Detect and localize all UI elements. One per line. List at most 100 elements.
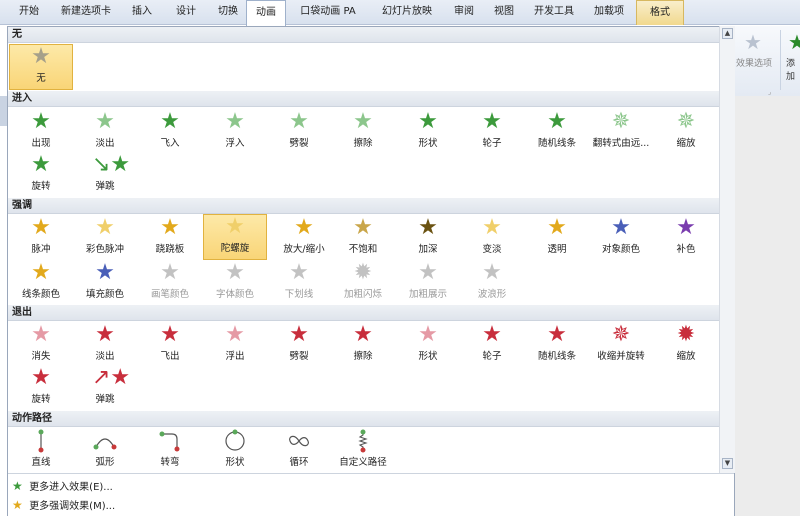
lines-path-icon (38, 429, 44, 453)
fly-out-star-icon: ★ (160, 322, 180, 347)
tab-slideshow[interactable]: 幻灯片放映 (372, 0, 442, 25)
fill-color-star-icon: ★ (95, 260, 115, 285)
none-star-icon: ★ (31, 44, 51, 69)
tab-insert[interactable]: 插入 (122, 0, 162, 25)
anim-emphasis-desaturate[interactable]: ★ 不饱和 (331, 216, 395, 266)
bold-reveal-star-icon: ★ (418, 260, 438, 285)
tab-pocket-animation[interactable]: 口袋动画 PA (292, 0, 364, 25)
anim-emphasis-lighten[interactable]: ★ 变淡 (460, 216, 524, 266)
exit-wheel-star-icon: ★ (482, 322, 502, 347)
anim-exit-random-bars[interactable]: ★ 随机线条 (525, 323, 589, 373)
anim-emphasis-spin[interactable]: ★ 陀螺旋 (203, 214, 267, 260)
effect-options-button[interactable]: 效果选项 (736, 56, 772, 69)
anim-none[interactable]: ★ 无 (9, 44, 73, 90)
section-entrance-header: 进入 (8, 91, 719, 107)
disappear-star-icon: ★ (31, 322, 51, 347)
anim-emphasis-grow-shrink[interactable]: ★ 放大/缩小 (272, 216, 336, 266)
anim-emphasis-fill-color[interactable]: ★ 填充颜色 (73, 261, 137, 311)
anim-entrance-random-bars[interactable]: ★ 随机线条 (525, 110, 589, 160)
anim-emphasis-color-pulse[interactable]: ★ 彩色脉冲 (73, 216, 137, 266)
spin-star-icon: ★ (225, 214, 245, 239)
appear-star-icon: ★ (31, 109, 51, 134)
pulse-star-icon: ★ (31, 215, 51, 240)
wheel-star-icon: ★ (482, 109, 502, 134)
emphasis-star-small-icon: ★ (12, 498, 23, 512)
anim-entrance-wipe[interactable]: ★ 擦除 (331, 110, 395, 160)
brush-color-star-icon: ★ (160, 260, 180, 285)
fly-in-star-icon: ★ (160, 109, 180, 134)
anim-emphasis-line-color[interactable]: ★ 线条颜色 (9, 261, 73, 311)
fade-star-icon: ★ (95, 109, 115, 134)
more-entrance-effects-button[interactable]: ★ 更多进入效果(E)... (12, 477, 113, 495)
anim-entrance-swivel[interactable]: ★ 旋转 (9, 153, 73, 203)
anim-exit-zoom[interactable]: ✹ 缩放 (654, 323, 718, 373)
tab-review[interactable]: 审阅 (446, 0, 482, 25)
anim-exit-fly-out[interactable]: ★ 飞出 (138, 323, 202, 373)
tab-transitions[interactable]: 切换 (208, 0, 248, 25)
effect-options-icon[interactable]: ★ (744, 30, 762, 54)
tab-developer[interactable]: 开发工具 (526, 0, 582, 25)
section-exit-header: 退出 (8, 305, 719, 321)
anim-path-arcs[interactable]: 弧形 (73, 429, 137, 471)
anim-entrance-grow-turn[interactable]: ✵ 翻转式由远... (589, 110, 653, 160)
anim-emphasis-wave: ★ 波浪形 (477, 260, 507, 301)
anim-entrance-split[interactable]: ★ 劈裂 (267, 110, 331, 160)
anim-exit-wipe[interactable]: ★ 擦除 (331, 323, 395, 373)
tab-design[interactable]: 设计 (166, 0, 206, 25)
section-emphasis-header: 强调 (8, 198, 719, 214)
exit-fade-star-icon: ★ (95, 322, 115, 347)
more-emphasis-effects-button[interactable]: ★ 更多强调效果(M)... (12, 496, 115, 514)
tab-new-tab[interactable]: 新建选项卡 (54, 0, 118, 25)
anim-path-lines[interactable]: 直线 (9, 429, 73, 471)
anim-path-custom[interactable]: 自定义路径 (331, 429, 395, 471)
anim-entrance-fly-in[interactable]: ★ 飞入 (138, 110, 202, 160)
anim-emphasis-brush-color: ★ 画笔颜色 (150, 260, 189, 301)
grow-turn-star-icon: ✵ (611, 109, 631, 134)
anim-entrance-wheel[interactable]: ★ 轮子 (460, 110, 524, 160)
anim-exit-shape[interactable]: ★ 形状 (396, 323, 460, 373)
anim-exit-split[interactable]: ★ 劈裂 (267, 323, 331, 373)
anim-exit-float-out[interactable]: ★ 浮出 (203, 323, 267, 373)
add-animation-button[interactable]: 添加 (786, 56, 800, 82)
dialog-launcher-icon[interactable]: ⌟ (768, 88, 771, 96)
anim-path-shapes[interactable]: 形状 (203, 429, 267, 471)
anim-path-loops[interactable]: 循环 (267, 429, 331, 471)
exit-shape-star-icon: ★ (418, 322, 438, 347)
anim-emphasis-pulse[interactable]: ★ 脉冲 (9, 216, 73, 266)
bold-flash-star-icon: ✹ (353, 260, 373, 285)
anim-entrance-shape[interactable]: ★ 形状 (396, 110, 460, 160)
float-in-star-icon: ★ (225, 109, 245, 134)
tab-addins[interactable]: 加载项 (586, 0, 632, 25)
anim-emphasis-teeter[interactable]: ★ 跷跷板 (138, 216, 202, 266)
random-bars-star-icon: ★ (547, 109, 567, 134)
anim-emphasis-bold-flash: ✹ 加粗闪烁 (343, 260, 382, 301)
anim-exit-swivel[interactable]: ★ 旋转 (9, 366, 73, 416)
anim-exit-shrink-turn[interactable]: ✵ 收缩并旋转 (589, 323, 653, 373)
anim-exit-bounce[interactable]: ↗★ 弹跳 (73, 366, 137, 416)
anim-emphasis-transparency[interactable]: ★ 透明 (525, 216, 589, 266)
anim-emphasis-bold-reveal: ★ 加粗展示 (408, 260, 447, 301)
workspace-background (734, 96, 800, 516)
scroll-down-icon[interactable]: ▼ (722, 458, 733, 469)
anim-emphasis-object-color[interactable]: ★ 对象颜色 (589, 216, 653, 266)
anim-entrance-zoom[interactable]: ✵ 缩放 (654, 110, 718, 160)
tab-animations[interactable]: 动画 (246, 0, 286, 26)
line-color-star-icon: ★ (31, 260, 51, 285)
scroll-up-icon[interactable]: ▲ (722, 28, 733, 39)
shrink-turn-star-icon: ✵ (611, 322, 631, 347)
anim-path-turns[interactable]: 转弯 (138, 429, 202, 471)
grow-shrink-star-icon: ★ (294, 215, 314, 240)
gallery-scrollbar[interactable]: ▲ ▼ (719, 26, 735, 473)
turns-path-icon (159, 431, 180, 452)
anim-emphasis-darken[interactable]: ★ 加深 (396, 216, 460, 266)
tab-format[interactable]: 格式 (636, 0, 684, 25)
anim-exit-wheel[interactable]: ★ 轮子 (460, 323, 524, 373)
tab-view[interactable]: 视图 (486, 0, 522, 25)
anim-entrance-bounce[interactable]: ↘★ 弹跳 (73, 153, 137, 203)
tab-home[interactable]: 开始 (8, 0, 50, 25)
anim-entrance-float-in[interactable]: ★ 浮入 (203, 110, 267, 160)
add-animation-icon[interactable]: ★ (788, 30, 800, 54)
exit-zoom-star-icon: ✹ (676, 322, 696, 347)
shapes-path-icon (225, 429, 245, 451)
anim-emphasis-complementary[interactable]: ★ 补色 (654, 216, 718, 266)
